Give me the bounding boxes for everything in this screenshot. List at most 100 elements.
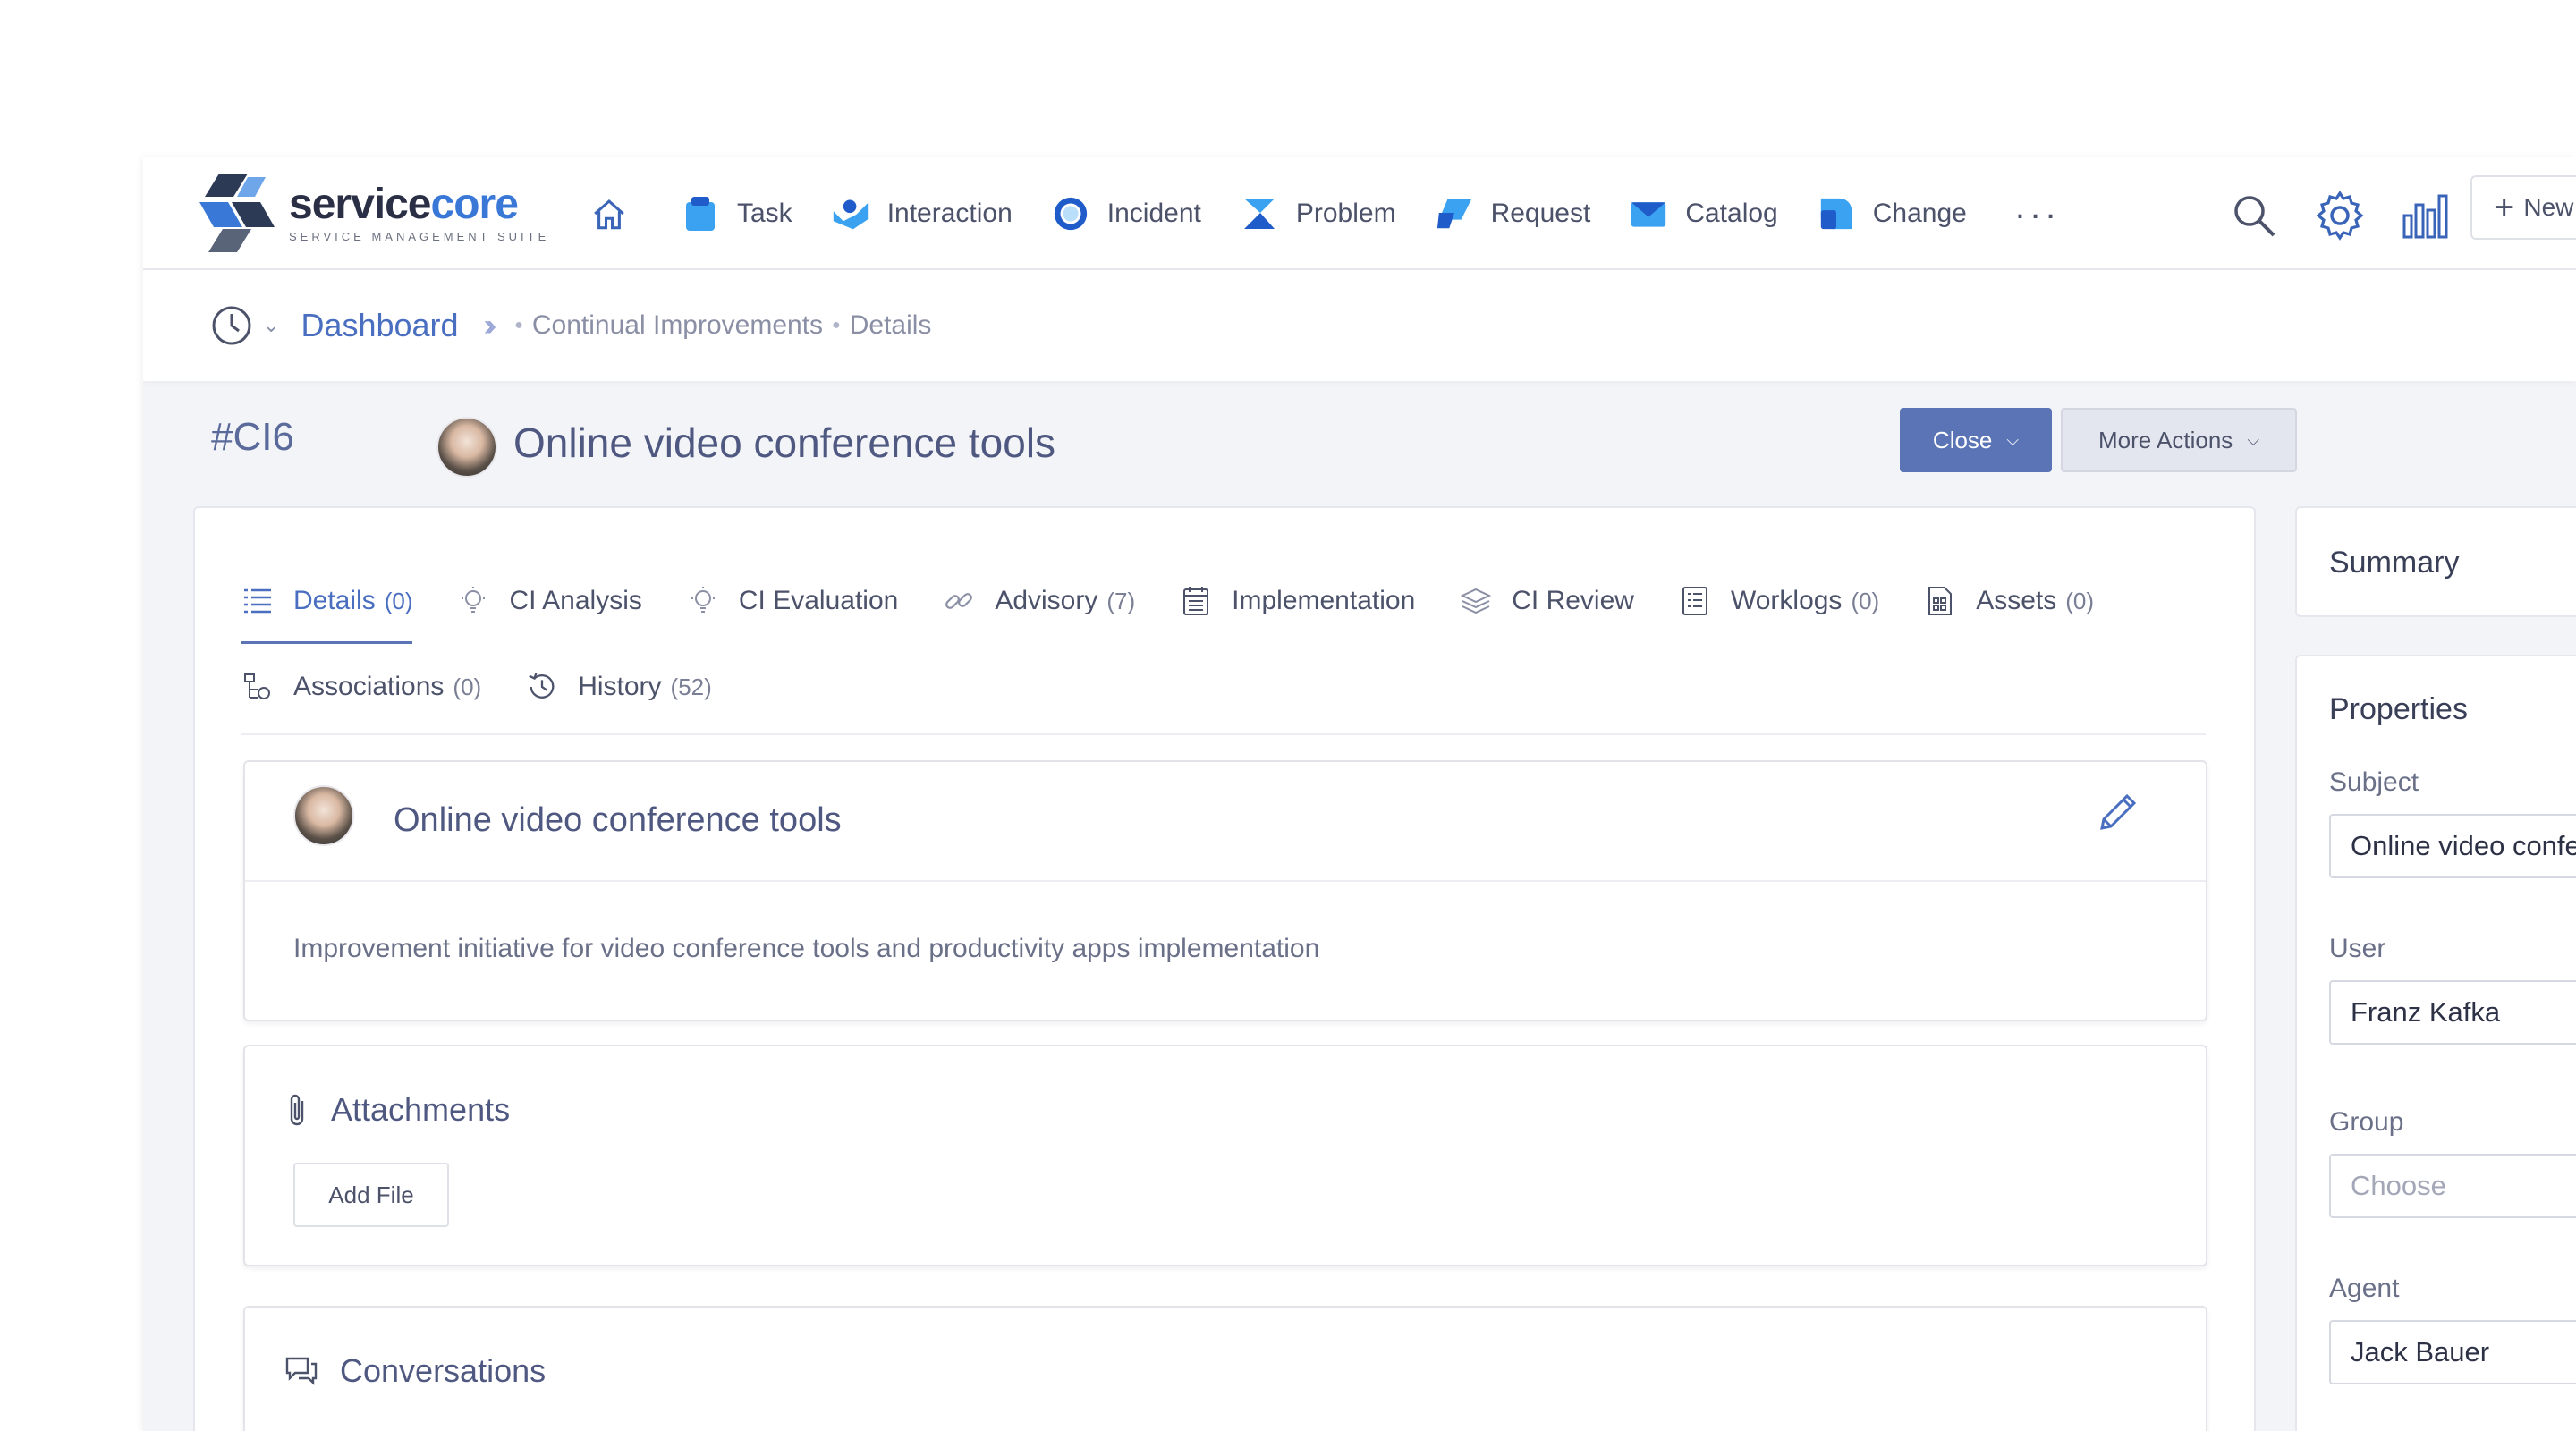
close-button[interactable]: Close ⌵ — [1900, 408, 2052, 472]
link-icon — [943, 585, 975, 617]
main-panel: Details (0) CI Analysis CI Evaluation Ad… — [193, 506, 2256, 1431]
tab-row-1: Details (0) CI Analysis CI Evaluation Ad… — [242, 565, 2209, 644]
properties-panel: Properties Subject Online video conferen… — [2295, 655, 2576, 1431]
change-icon — [1818, 195, 1855, 233]
problem-icon — [1241, 195, 1278, 233]
bar-chart-icon — [2402, 194, 2448, 239]
agent-label: Agent — [2329, 1274, 2400, 1303]
summary-panel[interactable]: Summary — [2295, 506, 2576, 617]
agent-field[interactable]: Jack Bauer — [2329, 1320, 2576, 1384]
breadcrumb-dashboard-link[interactable]: Dashboard — [301, 307, 458, 344]
tab-worklogs[interactable]: Worklogs (0) — [1679, 565, 1879, 637]
gear-icon — [2316, 191, 2364, 241]
calendar-icon — [1180, 585, 1212, 617]
chevron-down-icon[interactable]: ⌄ — [263, 314, 279, 337]
history-icon — [526, 671, 558, 703]
logo-text: servicecore SERVICE MANAGEMENT SUITE — [289, 180, 550, 243]
subject-label: Subject — [2329, 767, 2419, 797]
more-modules-button[interactable]: ... — [2015, 187, 2061, 227]
new-button[interactable]: + New — [2470, 175, 2576, 240]
user-field[interactable]: Franz Kafka — [2329, 980, 2576, 1045]
tab-ci-review[interactable]: CI Review — [1460, 565, 1634, 637]
group-label: Group — [2329, 1107, 2404, 1137]
nav-request[interactable]: Request — [1436, 195, 1591, 233]
tab-count: (52) — [670, 673, 712, 700]
avatar — [293, 785, 354, 846]
request-icon — [1436, 195, 1473, 233]
task-icon — [682, 195, 719, 233]
tab-row-2: Associations (0) History (52) — [242, 651, 2209, 723]
nav-request-label: Request — [1490, 199, 1591, 228]
home-button[interactable] — [590, 195, 646, 233]
attachments-card: Attachments Add File — [243, 1045, 2207, 1266]
tab-advisory[interactable]: Advisory (7) — [943, 565, 1135, 637]
tab-ci-analysis[interactable]: CI Analysis — [457, 565, 642, 637]
chevron-down-icon: ⌵ — [2247, 430, 2259, 449]
interaction-icon — [832, 195, 869, 233]
summary-title: Summary — [2329, 546, 2460, 580]
tab-label: Details — [293, 586, 376, 615]
group-select[interactable]: Choose — [2329, 1154, 2576, 1218]
brand-logo[interactable]: servicecore SERVICE MANAGEMENT SUITE — [192, 168, 549, 258]
close-button-label: Close — [1932, 426, 1993, 453]
double-chevron-icon: ›› — [483, 308, 496, 343]
conversations-title: Conversations — [340, 1352, 547, 1389]
search-button[interactable] — [2227, 189, 2281, 242]
nav-catalog[interactable]: Catalog — [1630, 195, 1778, 233]
pencil-icon — [2100, 793, 2137, 830]
tab-details[interactable]: Details (0) — [242, 565, 413, 644]
attachments-title: Attachments — [331, 1091, 511, 1128]
tab-ci-evaluation[interactable]: CI Evaluation — [687, 565, 898, 637]
properties-title: Properties — [2329, 692, 2468, 726]
nav-interaction[interactable]: Interaction — [832, 195, 1013, 233]
tab-implementation[interactable]: Implementation — [1180, 565, 1415, 637]
tab-label: CI Review — [1512, 586, 1634, 615]
tab-associations[interactable]: Associations (0) — [242, 651, 481, 723]
clock-icon — [212, 306, 251, 345]
details-card: Online video conference tools Improvemen… — [243, 760, 2207, 1021]
nav-incident[interactable]: Incident — [1052, 195, 1201, 233]
tab-assets[interactable]: Assets (0) — [1924, 565, 2094, 637]
header-tools — [2227, 184, 2485, 247]
tab-count: (0) — [2065, 587, 2095, 614]
breadcrumb-separator: ● — [832, 318, 841, 333]
settings-button[interactable] — [2313, 189, 2367, 242]
breadcrumb: ⌄ Dashboard ›› ● Continual Improvements … — [211, 295, 931, 356]
breadcrumb-item-details: Details — [849, 310, 932, 340]
divider — [242, 733, 2206, 735]
edit-button[interactable] — [2093, 787, 2143, 837]
nav-problem[interactable]: Problem — [1241, 195, 1396, 233]
add-file-button[interactable]: Add File — [293, 1163, 449, 1227]
tab-label: Associations — [293, 672, 445, 701]
breadcrumb-item-continual-improvements[interactable]: Continual Improvements — [532, 310, 823, 341]
subject-field[interactable]: Online video conference tools — [2329, 814, 2576, 878]
more-actions-button[interactable]: More Actions ⌵ — [2061, 408, 2297, 472]
attachments-header: Attachments — [286, 1091, 510, 1129]
list-icon — [242, 585, 274, 617]
chevron-down-icon: ⌵ — [2006, 430, 2020, 449]
nav-task-label: Task — [737, 199, 792, 228]
details-card-header: Online video conference tools — [245, 762, 2206, 882]
incident-icon — [1052, 195, 1089, 233]
lightbulb-icon — [687, 585, 719, 617]
layers-icon — [1460, 585, 1492, 617]
brand-name: servicecore — [289, 180, 519, 228]
nav-task[interactable]: Task — [682, 195, 792, 233]
reports-button[interactable] — [2399, 189, 2453, 242]
app-window: servicecore SERVICE MANAGEMENT SUITE Tas… — [143, 157, 2576, 1431]
details-title: Online video conference tools — [394, 801, 842, 839]
user-label: User — [2329, 934, 2386, 963]
logo-mark-icon — [192, 170, 278, 256]
more-actions-label: More Actions — [2098, 426, 2233, 453]
tab-history[interactable]: History (52) — [526, 651, 712, 723]
nav-change[interactable]: Change — [1818, 195, 1967, 233]
tab-count: (0) — [1851, 587, 1880, 614]
page-title: Online video conference tools — [513, 419, 1056, 466]
tab-label: Implementation — [1232, 586, 1416, 615]
module-menu: Task Interaction Incident Problem Reques… — [590, 182, 2061, 245]
nav-interaction-label: Interaction — [886, 199, 1013, 228]
brand-tagline: SERVICE MANAGEMENT SUITE — [289, 229, 550, 243]
recent-history-button[interactable] — [211, 305, 252, 346]
lightbulb-icon — [457, 585, 489, 617]
tab-count: (0) — [453, 673, 482, 700]
